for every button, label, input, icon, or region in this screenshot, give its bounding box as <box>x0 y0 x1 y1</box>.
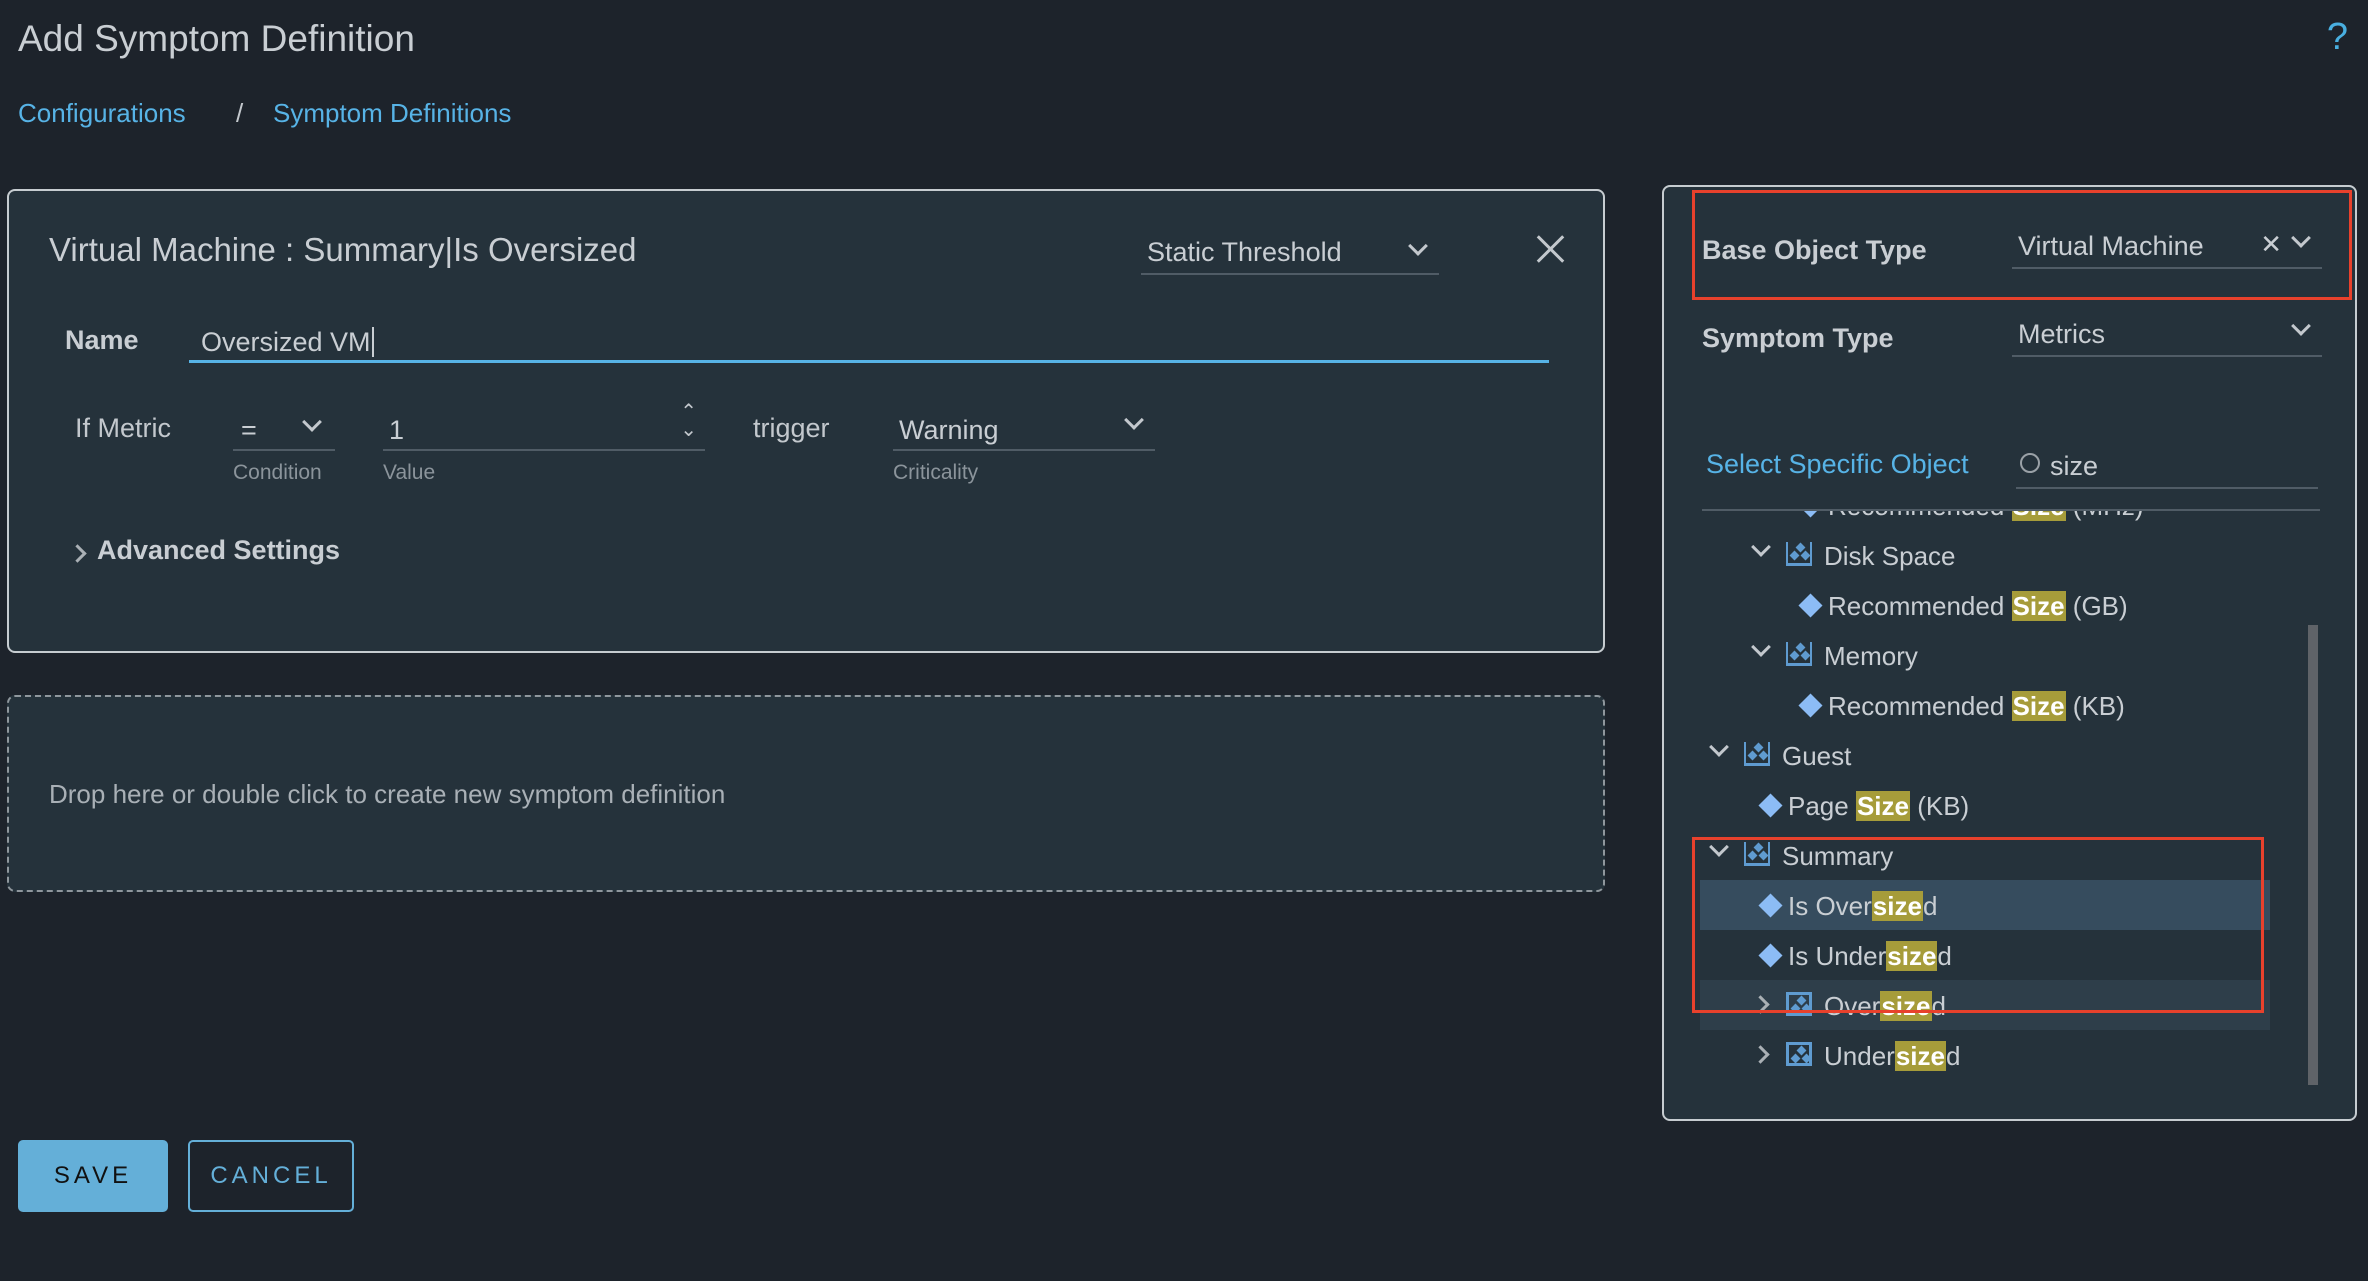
select-specific-object-link[interactable]: Select Specific Object <box>1706 449 1969 480</box>
tree-item[interactable]: Page Size (KB) <box>1700 780 2270 830</box>
if-metric-label: If Metric <box>75 413 172 443</box>
cancel-button[interactable]: CANCEL <box>188 1140 354 1212</box>
label-text: Page <box>1788 791 1856 821</box>
chevron-down-icon <box>2291 228 2311 248</box>
base-object-type-value: Virtual Machine <box>2018 231 2204 261</box>
breadcrumb-symptom-definitions[interactable]: Symptom Definitions <box>273 98 511 129</box>
threshold-value: Static Threshold <box>1147 237 1342 267</box>
metric-diamond-icon <box>1758 793 1783 818</box>
search-icon <box>2020 453 2040 473</box>
value-label: Value <box>383 461 436 484</box>
name-input[interactable]: Oversized VM <box>189 317 1549 363</box>
label-text: (KB) <box>2065 691 2125 721</box>
drop-zone[interactable]: Drop here or double click to create new … <box>7 695 1605 892</box>
metric-group-icon <box>1786 1042 1812 1066</box>
search-match-highlight: Size <box>2011 591 2066 621</box>
criticality-value: Warning <box>899 415 999 445</box>
clear-icon[interactable]: ✕ <box>2260 229 2282 260</box>
chevron-down-icon <box>302 412 322 432</box>
chevron-down-icon <box>2291 316 2311 336</box>
metric-group-icon <box>1786 542 1812 566</box>
advanced-settings-toggle[interactable]: Advanced Settings <box>68 535 391 571</box>
tree-item[interactable]: Recommended Size (GB) <box>1700 580 2270 630</box>
save-button[interactable]: SAVE <box>18 1140 168 1212</box>
symptom-card: Virtual Machine : Summary|Is Oversized S… <box>7 189 1605 653</box>
label-text: d <box>1945 1041 1961 1071</box>
search-value: size <box>2050 451 2099 481</box>
tree-item-label: Page Size (KB) <box>1788 791 1969 822</box>
metric-group-icon <box>1744 742 1770 766</box>
metric-picker-panel: Base Object Type Virtual Machine ✕ Sympt… <box>1662 185 2357 1121</box>
label-text: (GB) <box>2065 591 2128 621</box>
chevron-down-icon <box>1408 236 1428 256</box>
base-object-type-dropdown[interactable]: Virtual Machine ✕ <box>2012 223 2322 269</box>
symptom-type-label: Symptom Type <box>1702 323 1894 353</box>
name-value: Oversized VM <box>201 327 371 357</box>
advanced-settings-label: Advanced Settings <box>97 535 341 565</box>
criticality-label: Criticality <box>893 461 979 484</box>
value-value: 1 <box>389 415 405 445</box>
condition-label: Condition <box>233 461 322 484</box>
metric-diamond-icon <box>1798 511 1823 518</box>
label-text: (MHz) <box>2066 511 2144 521</box>
tree-item-label: Recommended Size (GB) <box>1828 591 2128 622</box>
tree-group[interactable]: Guest <box>1700 730 2270 780</box>
tree-item-label: Guest <box>1782 741 1851 772</box>
breadcrumb-separator: / <box>236 98 244 128</box>
label-text: Disk Space <box>1824 541 1956 571</box>
label-text: Recommended <box>1828 511 2012 521</box>
chevron-down-icon[interactable] <box>1751 537 1771 557</box>
search-match-highlight: size <box>1894 1041 1946 1071</box>
chevron-down-icon[interactable] <box>1751 637 1771 657</box>
symptom-type-value: Metrics <box>2018 319 2105 349</box>
condition-dropdown[interactable]: = <box>233 405 335 451</box>
chevron-down-icon[interactable] <box>1709 737 1729 757</box>
trigger-label: trigger <box>753 413 830 443</box>
scrollbar[interactable] <box>2308 625 2318 1085</box>
tree-item-label: Recommended Size (MHz) <box>1828 511 2144 522</box>
page-title: Add Symptom Definition <box>18 18 415 59</box>
threshold-dropdown[interactable]: Static Threshold <box>1141 233 1439 275</box>
close-icon[interactable] <box>1535 233 1567 265</box>
symptom-type-dropdown[interactable]: Metrics <box>2012 311 2322 357</box>
annotation-box <box>1692 837 2264 1013</box>
value-input[interactable]: 1 ⌃ ⌄ <box>383 402 705 451</box>
criticality-dropdown[interactable]: Warning <box>893 405 1155 451</box>
chevron-right-icon <box>68 544 87 563</box>
label-text: Under <box>1824 1041 1895 1071</box>
label-text: Guest <box>1782 741 1852 771</box>
chevron-right-icon[interactable] <box>1751 1045 1770 1064</box>
search-match-highlight: Size <box>2011 691 2066 721</box>
breadcrumb-configurations[interactable]: Configurations <box>18 98 186 129</box>
tree-item-label: Recommended Size (KB) <box>1828 691 2125 722</box>
name-label: Name <box>65 325 139 355</box>
metric-search-input[interactable]: size <box>2016 443 2318 489</box>
tree-item-label: Undersized <box>1824 1041 1960 1072</box>
label-text: Recommended <box>1828 591 2012 621</box>
metric-group-icon <box>1786 642 1812 666</box>
chevron-down-icon <box>1124 410 1144 430</box>
tree-item-label: Memory <box>1824 641 1918 672</box>
tree-item-label: Disk Space <box>1824 541 1956 572</box>
tree-group[interactable]: Undersized <box>1700 1030 2270 1080</box>
search-match-highlight: Size <box>1855 791 1910 821</box>
tree-group[interactable]: Memory <box>1700 630 2270 680</box>
condition-value: = <box>241 415 257 445</box>
label-text: Recommended <box>1828 691 2012 721</box>
stepper-icon[interactable]: ⌃ ⌄ <box>680 402 697 440</box>
tree-item[interactable]: Recommended Size (MHz) <box>1700 511 2270 530</box>
card-title: Virtual Machine : Summary|Is Oversized <box>49 231 637 268</box>
tree-item[interactable]: Recommended Size (KB) <box>1700 680 2270 730</box>
metric-diamond-icon <box>1798 593 1823 618</box>
help-icon[interactable]: ? <box>2327 16 2348 59</box>
label-text: (KB) <box>1909 791 1970 821</box>
metric-diamond-icon <box>1798 693 1823 718</box>
tree-group[interactable]: Disk Space <box>1700 530 2270 580</box>
label-text: Memory <box>1824 641 1918 671</box>
search-match-highlight: Size <box>2011 511 2066 521</box>
base-object-type-label: Base Object Type <box>1702 235 1927 265</box>
drop-zone-text: Drop here or double click to create new … <box>49 779 726 809</box>
